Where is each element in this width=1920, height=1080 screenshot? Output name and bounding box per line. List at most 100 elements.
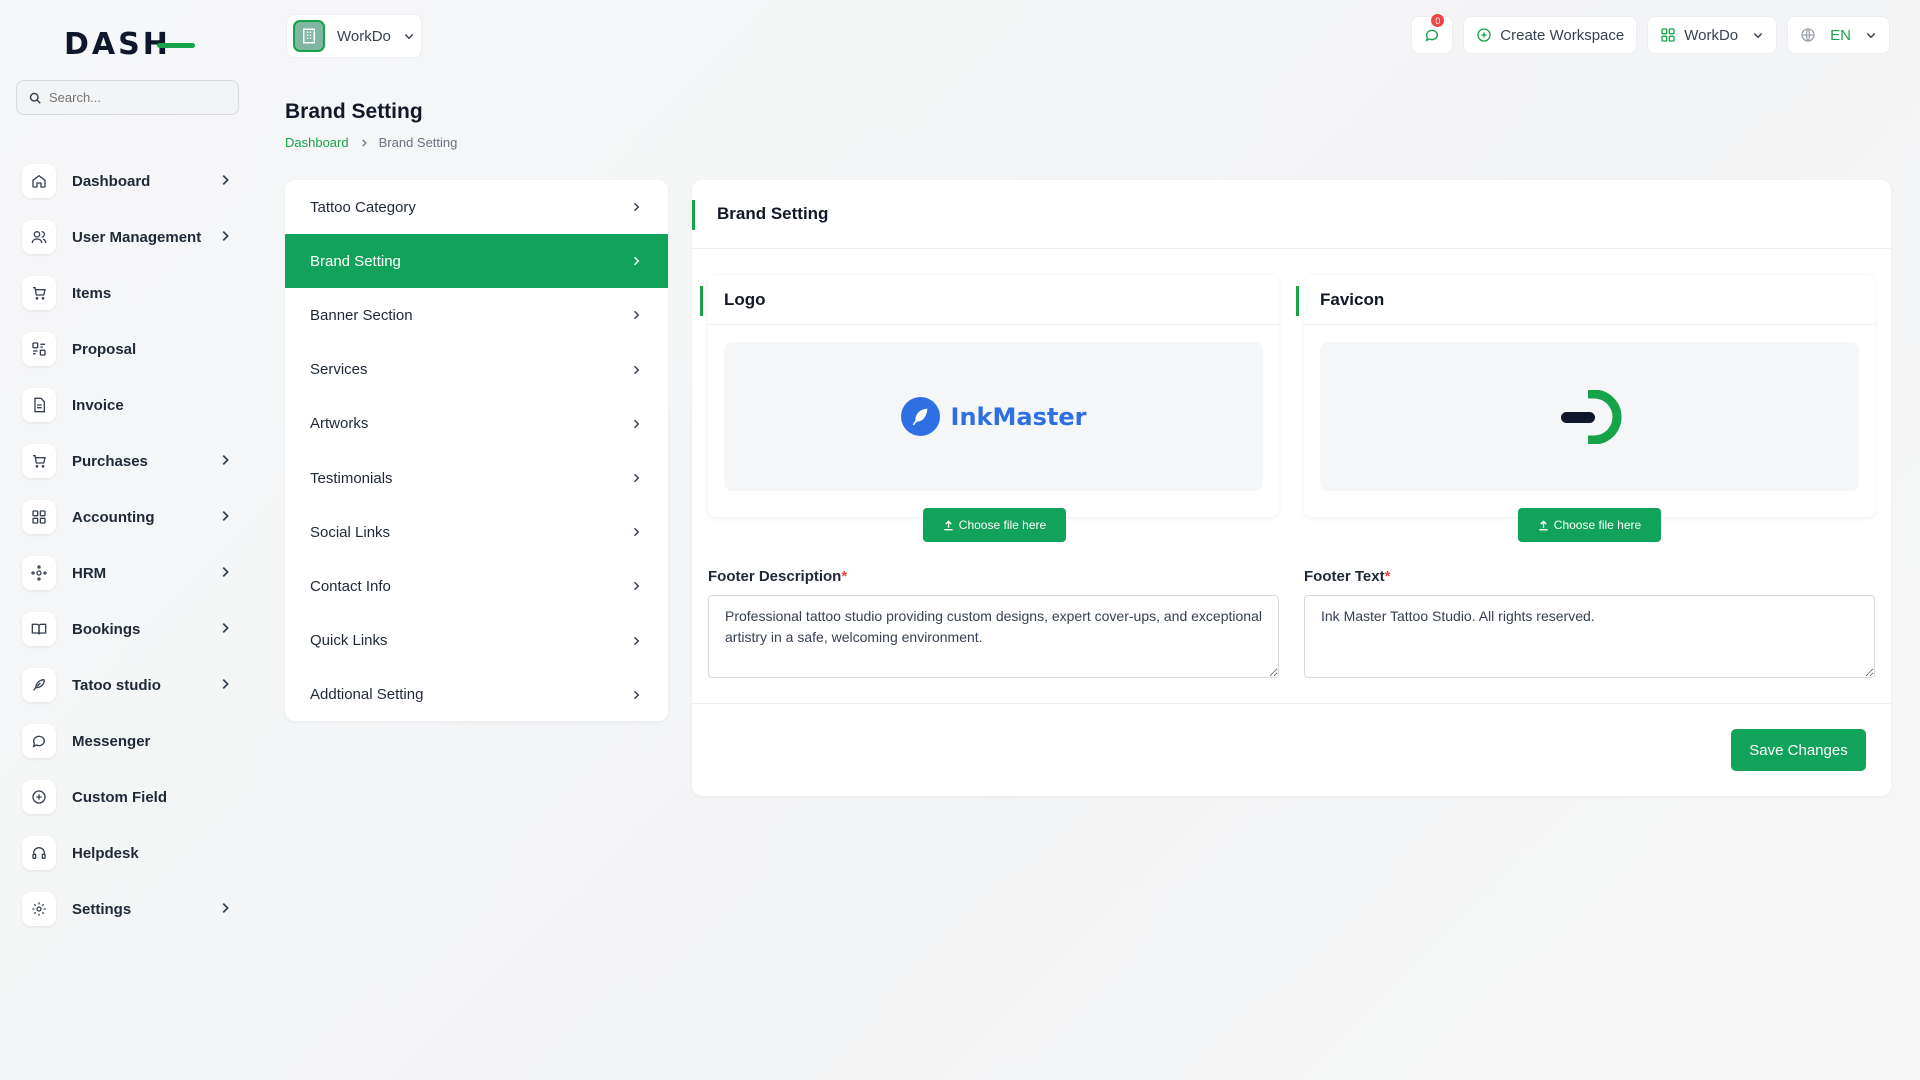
settings-menu-item[interactable]: Brand Setting <box>285 234 668 289</box>
header-actions: 0 Create Workspace WorkDo EN <box>1411 14 1890 54</box>
favicon-choose-file-button[interactable]: Choose file here <box>1518 508 1661 542</box>
settings-menu-item-label: Quick Links <box>310 632 388 650</box>
settings-menu-item-label: Artworks <box>310 415 369 433</box>
logo-preview-text: InkMaster <box>950 402 1087 431</box>
settings-menu-item-label: Tattoo Category <box>310 198 416 216</box>
logo-choose-file-button[interactable]: Choose file here <box>923 508 1066 542</box>
chevron-down-icon <box>404 33 414 40</box>
chevron-down-icon <box>1866 32 1876 39</box>
search-icon <box>29 92 41 104</box>
sidebar-search <box>16 80 239 115</box>
sidebar-item-label: User Management <box>72 228 202 246</box>
footer-description-label: Footer Description* <box>708 568 848 585</box>
sidebar-item-messenger[interactable]: Messenger <box>22 713 232 769</box>
settings-menu-item[interactable]: Contact Info <box>285 559 668 613</box>
chevron-right-icon <box>633 257 640 266</box>
dash-favicon-icon <box>1560 389 1621 444</box>
settings-menu-item[interactable]: Artworks <box>285 397 668 451</box>
settings-menu-item[interactable]: Banner Section <box>285 288 668 342</box>
language-label: EN <box>1830 26 1851 44</box>
chevron-right-icon <box>222 231 229 241</box>
footer-description-textarea[interactable]: Professional tattoo studio providing cus… <box>708 595 1279 678</box>
settings-menu-item[interactable]: Services <box>285 343 668 397</box>
sidebar-item-helpdesk[interactable]: Helpdesk <box>22 825 232 881</box>
chevron-right-icon <box>633 311 640 320</box>
workspace-menu-label: WorkDo <box>1684 26 1739 44</box>
sidebar-item-settings[interactable]: Settings <box>22 881 232 937</box>
logo-preview: InkMaster <box>724 342 1263 491</box>
settings-menu-item[interactable]: Testimonials <box>285 451 668 505</box>
chevron-right-icon <box>222 511 229 521</box>
sidebar-item-custom-field[interactable]: Custom Field <box>22 769 232 825</box>
breadcrumb-home-link[interactable]: Dashboard <box>285 135 349 150</box>
workspace-menu-button[interactable]: WorkDo <box>1647 16 1778 54</box>
workspace-switcher[interactable]: WorkDo <box>286 14 422 58</box>
logo-panel-title: Logo <box>724 289 766 309</box>
sidebar-item-user-management[interactable]: User Management <box>22 209 232 265</box>
favicon-choose-file-label: Choose file here <box>1553 518 1642 532</box>
settings-menu-item-label: Banner Section <box>310 306 413 324</box>
brand-setting-card: Brand Setting Logo InkMaster Choose file… <box>692 180 1891 796</box>
chevron-right-icon <box>633 419 640 429</box>
sidebar-item-label: Purchases <box>72 452 148 470</box>
sidebar-item-label: Proposal <box>72 340 137 358</box>
gear-icon <box>32 902 46 916</box>
logo-choose-file-label: Choose file here <box>958 518 1047 532</box>
sidebar-item-accounting[interactable]: Accounting <box>22 489 232 545</box>
sidebar-item-hrm[interactable]: HRM <box>22 545 232 601</box>
language-selector[interactable]: EN <box>1787 16 1890 54</box>
apps-icon <box>1661 28 1675 42</box>
chevron-right-icon <box>361 138 367 147</box>
sidebar-nav: Dashboard User Management Items Proposal… <box>22 153 232 937</box>
logo-panel-header: Logo <box>700 275 1279 325</box>
chevron-right-icon <box>633 636 640 645</box>
favicon-upload-panel: Favicon <box>1296 275 1875 517</box>
search-input[interactable] <box>49 90 219 105</box>
settings-menu-item[interactable]: Social Links <box>285 505 668 559</box>
message-icon <box>1425 29 1439 42</box>
card-title: Brand Setting <box>717 204 829 223</box>
settings-menu-item[interactable]: Quick Links <box>285 614 668 668</box>
feather-icon <box>33 679 45 691</box>
sidebar-item-label: HRM <box>72 564 107 582</box>
chevron-right-icon <box>633 527 640 537</box>
home-icon <box>32 174 46 188</box>
breadcrumb-current: Brand Setting <box>378 135 458 150</box>
chevron-right-icon <box>222 455 229 465</box>
footer-text-textarea[interactable]: Ink Master Tattoo Studio. All rights res… <box>1304 595 1875 678</box>
page-title: Brand Setting <box>285 100 423 123</box>
card-header: Brand Setting <box>692 180 1891 249</box>
sidebar-item-purchases[interactable]: Purchases <box>22 433 232 489</box>
save-changes-button[interactable]: Save Changes <box>1731 729 1866 771</box>
create-workspace-button[interactable]: Create Workspace <box>1463 16 1638 54</box>
settings-menu-item[interactable]: Addtional Setting <box>285 668 668 721</box>
chevron-right-icon <box>222 679 229 689</box>
chevron-right-icon <box>633 473 640 483</box>
invoice-icon <box>34 397 45 413</box>
settings-menu-item-label: Services <box>310 361 368 379</box>
messages-button[interactable]: 0 <box>1411 14 1454 54</box>
book-icon <box>31 623 47 635</box>
settings-menu-item-label: Testimonials <box>310 469 393 487</box>
sidebar-item-label: Items <box>72 284 112 302</box>
sidebar-item-label: Tatoo studio <box>72 676 161 694</box>
plus-circle-icon <box>1477 28 1491 42</box>
workspace-avatar <box>293 20 325 52</box>
grid-icon <box>32 510 46 524</box>
chevron-right-icon <box>222 623 229 633</box>
settings-menu-item[interactable]: Tattoo Category <box>285 180 668 234</box>
sidebar-item-label: Custom Field <box>72 788 168 806</box>
favicon-panel-header: Favicon <box>1296 275 1875 325</box>
sidebar-item-proposal[interactable]: Proposal <box>22 321 232 377</box>
settings-menu-item-label: Contact Info <box>310 577 391 595</box>
sidebar-item-tatoo-studio[interactable]: Tatoo studio <box>22 657 232 713</box>
sidebar-item-items[interactable]: Items <box>22 265 232 321</box>
globe-icon <box>1801 28 1815 42</box>
sidebar-item-dashboard[interactable]: Dashboard <box>22 153 232 209</box>
workspace-name: WorkDo <box>337 27 391 45</box>
sidebar-item-bookings[interactable]: Bookings <box>22 601 232 657</box>
upload-icon <box>944 519 953 530</box>
required-mark: * <box>841 568 848 585</box>
sidebar-item-invoice[interactable]: Invoice <box>22 377 232 433</box>
app-logo[interactable]: DASH <box>64 27 195 62</box>
